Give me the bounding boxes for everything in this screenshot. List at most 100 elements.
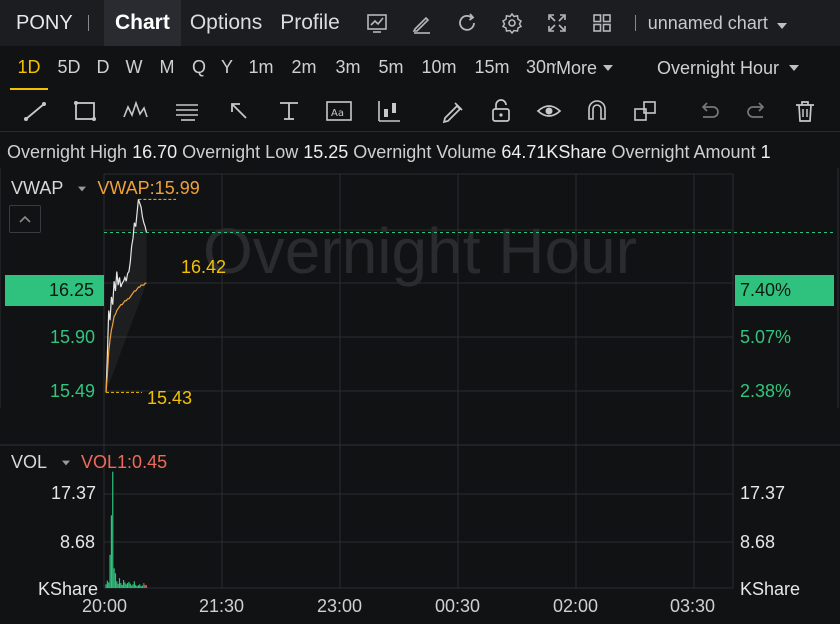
layers-icon[interactable] xyxy=(630,96,660,126)
pen-tool-icon[interactable] xyxy=(438,96,468,126)
chart-type-icon[interactable] xyxy=(355,0,400,46)
tab-chart[interactable]: Chart xyxy=(104,0,181,46)
volume-bar xyxy=(139,584,141,588)
period-w[interactable]: W xyxy=(121,46,147,90)
period-d[interactable]: D xyxy=(92,46,114,90)
redo-icon[interactable] xyxy=(742,96,772,126)
fib-tool-icon[interactable] xyxy=(172,96,202,126)
vol-value: VOL1:0.45 xyxy=(81,452,168,472)
chart-name-label: unnamed chart xyxy=(647,12,768,33)
period-5d[interactable]: 5D xyxy=(52,46,86,90)
text-tool-icon[interactable]: Aa xyxy=(324,96,354,126)
amount-value: 1 xyxy=(760,142,771,162)
period-q[interactable]: Q xyxy=(187,46,211,90)
pattern-tool-icon[interactable] xyxy=(120,96,150,126)
volume-tick-label: 17.37 xyxy=(51,483,97,503)
period-1d[interactable]: 1D xyxy=(10,46,48,90)
volume-bar xyxy=(105,584,107,588)
volume-bar xyxy=(113,568,115,588)
volume-bar xyxy=(136,586,138,588)
volume-bar xyxy=(144,584,146,588)
percent-tick-label: 5.07% xyxy=(740,327,792,347)
more-periods-dropdown[interactable]: More xyxy=(556,46,614,90)
volume-bar xyxy=(124,582,126,588)
volume-value: 64.71KShare xyxy=(501,142,607,162)
period-3m[interactable]: 3m xyxy=(330,46,366,90)
session-stats: Overnight High 16.70 Overnight Low 15.25… xyxy=(0,136,840,168)
session-label: Overnight Hour xyxy=(657,58,780,78)
price-volume-chart[interactable]: Overnight Hour xyxy=(0,168,840,624)
settings-icon[interactable] xyxy=(490,0,535,46)
chart-watermark: Overnight Hour xyxy=(203,215,637,287)
period-1m[interactable]: 1m xyxy=(244,46,278,90)
low-value: 15.25 xyxy=(303,142,349,162)
tab-profile[interactable]: Profile xyxy=(271,0,349,46)
measure-tool-icon[interactable] xyxy=(274,96,304,126)
volume-bar xyxy=(109,554,111,588)
session-dropdown[interactable]: Overnight Hour xyxy=(657,46,800,90)
percent-tick-label: 2.38% xyxy=(740,381,792,401)
period-y[interactable]: Y xyxy=(216,46,238,90)
divider xyxy=(634,15,636,31)
volume-bar xyxy=(121,584,123,588)
volume-bar xyxy=(118,578,121,588)
period-m[interactable]: M xyxy=(154,46,180,90)
volume-bar xyxy=(127,583,129,588)
vol-indicator-header[interactable]: VOL VOL1:0.45 xyxy=(11,452,167,473)
vwap-indicator-name: VWAP xyxy=(11,178,64,198)
candle-tool-icon[interactable] xyxy=(374,96,404,126)
refresh-icon[interactable] xyxy=(445,0,490,46)
low-annotation: 15.43 xyxy=(147,388,193,408)
line-tool-icon[interactable] xyxy=(20,96,50,126)
time-tick-label: 20:00 xyxy=(82,596,128,616)
period-15m[interactable]: 15m xyxy=(470,46,514,90)
chevron-down-icon xyxy=(62,460,71,465)
volume-bar xyxy=(110,515,112,588)
volume-bar xyxy=(137,585,139,588)
time-tick-label: 21:30 xyxy=(199,596,245,616)
draw-icon[interactable] xyxy=(400,0,445,46)
period-10m[interactable]: 10m xyxy=(417,46,461,90)
ticker-symbol[interactable]: PONY xyxy=(0,0,104,46)
ticker-label: PONY xyxy=(16,12,73,34)
volume-bar xyxy=(131,585,133,588)
volume-label: Overnight Volume xyxy=(353,142,497,162)
trash-icon[interactable] xyxy=(790,96,820,126)
drawing-toolbar: Aa xyxy=(0,90,840,132)
volume-tick-label: 17.37 xyxy=(740,483,786,503)
vwap-indicator-header[interactable]: VWAP VWAP:15.99 xyxy=(11,178,200,199)
layout-grid-icon[interactable] xyxy=(580,0,625,46)
magnet-icon[interactable] xyxy=(582,96,612,126)
volume-tick-label: 8.68 xyxy=(740,532,776,552)
period-30m[interactable]: 30m xyxy=(526,46,556,90)
eye-icon[interactable] xyxy=(534,96,564,126)
fullscreen-icon[interactable] xyxy=(535,0,580,46)
volume-bar xyxy=(106,580,108,588)
time-tick-label: 23:00 xyxy=(317,596,363,616)
more-label: More xyxy=(556,57,598,78)
arrow-tool-icon[interactable] xyxy=(224,96,254,126)
price-area xyxy=(106,199,147,393)
current-price-tag: 16.25 xyxy=(5,275,104,306)
chevron-down-icon xyxy=(603,65,614,71)
price-tick-label: 15.49 xyxy=(50,381,96,401)
rectangle-tool-icon[interactable] xyxy=(70,96,100,126)
undo-icon[interactable] xyxy=(694,96,724,126)
volume-bar xyxy=(112,471,114,588)
volume-bar xyxy=(125,584,127,588)
period-2m[interactable]: 2m xyxy=(286,46,322,90)
collapse-panel-button[interactable] xyxy=(9,205,41,233)
tab-options[interactable]: Options xyxy=(181,0,271,46)
volume-tick-label: 8.68 xyxy=(60,532,96,552)
volume-bar xyxy=(143,583,145,588)
volume-bar xyxy=(132,584,134,588)
volume-bar xyxy=(117,583,119,588)
volume-bar xyxy=(114,573,117,588)
chart-name-dropdown[interactable]: unnamed chart xyxy=(648,13,787,34)
lock-icon[interactable] xyxy=(486,96,516,126)
vol-indicator-name: VOL xyxy=(11,452,48,472)
low-label: Overnight Low xyxy=(182,142,299,162)
volume-bar xyxy=(141,585,144,588)
period-5m[interactable]: 5m xyxy=(373,46,409,90)
time-tick-label: 03:30 xyxy=(670,596,716,616)
